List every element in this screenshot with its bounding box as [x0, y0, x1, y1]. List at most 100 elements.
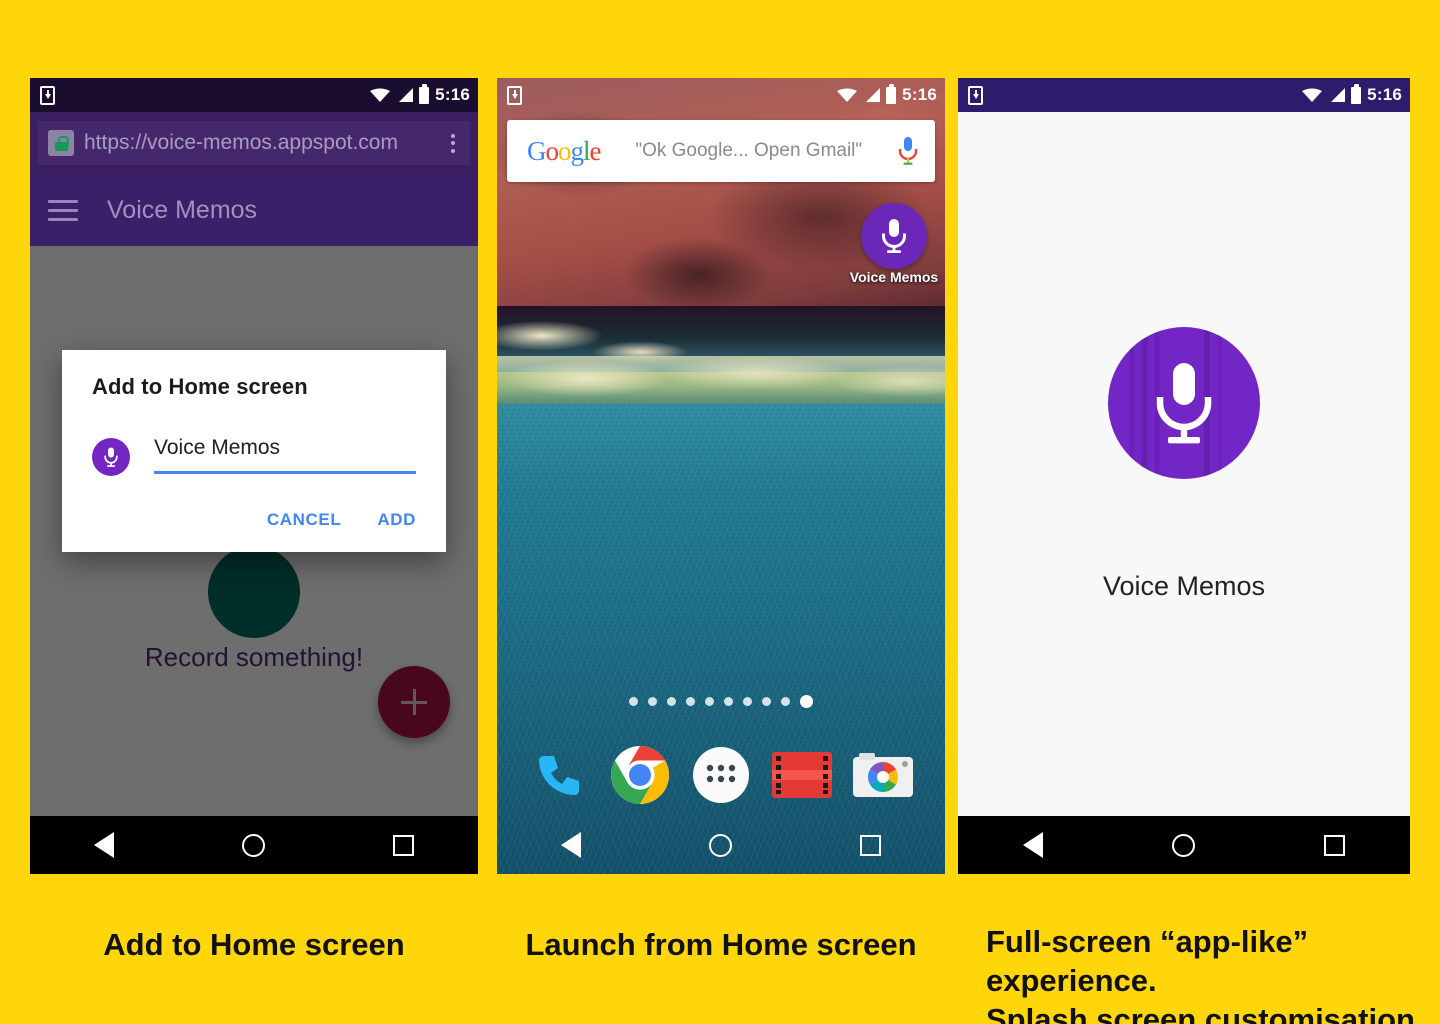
- back-triangle-icon[interactable]: [1022, 832, 1043, 858]
- google-search-widget[interactable]: Google "Ok Google... Open Gmail": [507, 120, 935, 182]
- logo-letter: e: [589, 135, 602, 166]
- page-indicator: [497, 695, 945, 708]
- app-drawer-glyph: [692, 747, 749, 803]
- voice-memos-home-shortcut[interactable]: Voice Memos: [845, 203, 943, 287]
- microphone-icon: [861, 203, 927, 269]
- search-hint-text: "Ok Google... Open Gmail": [635, 140, 863, 161]
- cell-signal-icon: [866, 88, 881, 102]
- page-dot[interactable]: [705, 697, 714, 706]
- status-right-group: 5:16: [837, 83, 937, 105]
- phone3-screen: 5:16 Voice Memos: [958, 78, 1410, 874]
- cell-signal-icon: [1331, 88, 1346, 102]
- page-dot[interactable]: [667, 697, 676, 706]
- cancel-button[interactable]: CANCEL: [267, 510, 341, 530]
- slide-canvas: 5:16 https://voice-memos.appspot.com Voi…: [0, 0, 1440, 1024]
- url-text: https://voice-memos.appspot.com: [84, 131, 398, 154]
- phone2-status-bar: 5:16: [497, 78, 945, 112]
- phone-app-icon[interactable]: [526, 742, 592, 808]
- phone1-screen: 5:16 https://voice-memos.appspot.com Voi…: [30, 78, 478, 874]
- app-bar-title: Voice Memos: [107, 195, 258, 224]
- microphone-icon: [1108, 326, 1260, 479]
- secure-lock-icon: [48, 130, 74, 156]
- phone-handset-glyph: [539, 756, 580, 795]
- cell-signal-icon: [399, 88, 414, 102]
- logo-letter: o: [545, 135, 559, 166]
- phone2-nav-bar: [497, 816, 945, 874]
- caption-add-to-home-screen: Add to Home screen: [103, 927, 405, 962]
- chrome-glyph: [611, 746, 670, 804]
- browser-toolbar: https://voice-memos.appspot.com: [30, 112, 478, 174]
- microphone-glyph: [104, 447, 118, 467]
- all-apps-icon[interactable]: [688, 742, 754, 808]
- wifi-icon: [1302, 88, 1323, 102]
- shortcut-name-value: Voice Memos: [154, 436, 281, 459]
- field-underline: [154, 471, 416, 474]
- phone1-nav-bar: [30, 816, 478, 874]
- play-movies-app-icon[interactable]: [769, 742, 835, 808]
- google-mic-icon[interactable]: [897, 136, 919, 166]
- phone1-status-bar: 5:16: [30, 78, 478, 112]
- status-right-group: 5:16: [370, 83, 470, 105]
- page-dot[interactable]: [686, 697, 695, 706]
- microphone-glyph: [1156, 362, 1212, 443]
- camera-app-icon[interactable]: [850, 742, 916, 808]
- phone-screenshot-add-to-home: 5:16 https://voice-memos.appspot.com Voi…: [30, 78, 478, 874]
- home-screen-dock: [497, 736, 945, 814]
- microphone-glyph: [882, 219, 906, 253]
- status-clock: 5:16: [902, 85, 937, 104]
- home-circle-icon[interactable]: [242, 833, 265, 857]
- back-triangle-icon[interactable]: [561, 832, 581, 858]
- page-dot[interactable]: [629, 697, 638, 706]
- phone-screenshot-home-screen: 5:16 Google "Ok Google... Open Gmail" Vo…: [497, 78, 945, 874]
- status-left-group: [507, 85, 522, 105]
- overflow-menu-icon[interactable]: [442, 133, 464, 153]
- dialog-actions: CANCEL ADD: [92, 510, 416, 536]
- caption-full-screen-experience: Full-screen “app-like” experience. Splas…: [986, 924, 1415, 1024]
- splash-screen: Voice Memos: [958, 112, 1410, 816]
- splash-app-name: Voice Memos: [1102, 570, 1266, 601]
- logo-letter: g: [570, 135, 584, 166]
- page-dot[interactable]: [724, 697, 733, 706]
- page-dot[interactable]: [781, 697, 790, 706]
- add-button[interactable]: ADD: [377, 510, 416, 530]
- wifi-icon: [837, 88, 858, 102]
- logo-letter: G: [527, 135, 546, 166]
- home-circle-icon[interactable]: [709, 833, 732, 857]
- address-bar[interactable]: https://voice-memos.appspot.com: [38, 121, 470, 165]
- camera-glyph: [852, 753, 913, 797]
- status-left-group: [968, 85, 983, 105]
- recents-square-icon[interactable]: [860, 834, 881, 856]
- phone3-nav-bar: [958, 816, 1410, 874]
- recents-square-icon[interactable]: [1324, 834, 1346, 856]
- dialog-title: Add to Home screen: [92, 374, 308, 399]
- app-bar: Voice Memos: [30, 174, 478, 246]
- page-dot[interactable]: [743, 697, 752, 706]
- battery-icon: [886, 83, 897, 104]
- battery-icon: [1351, 83, 1362, 104]
- dialog-body: Voice Memos: [92, 436, 416, 476]
- add-to-home-screen-dialog: Add to Home screen Voice Memos CANCEL AD…: [62, 350, 446, 552]
- recents-square-icon[interactable]: [393, 834, 414, 856]
- hamburger-menu-icon[interactable]: [48, 199, 78, 221]
- download-icon: [40, 85, 55, 105]
- logo-letter: o: [558, 135, 571, 166]
- shortcut-name-field[interactable]: Voice Memos: [154, 436, 416, 474]
- microphone-icon: [92, 438, 130, 476]
- status-clock: 5:16: [1367, 85, 1402, 104]
- battery-icon: [419, 83, 430, 104]
- phone2-screen: 5:16 Google "Ok Google... Open Gmail" Vo…: [497, 78, 945, 874]
- page-dot-active[interactable]: [800, 695, 813, 708]
- phone3-status-bar: 5:16: [958, 78, 1410, 112]
- film-strip-glyph: [771, 752, 832, 798]
- status-left-group: [40, 85, 55, 105]
- download-icon: [507, 85, 522, 105]
- phone-screenshot-splash-screen: 5:16 Voice Memos: [958, 78, 1410, 874]
- chrome-app-icon[interactable]: [607, 742, 673, 808]
- page-dot[interactable]: [648, 697, 657, 706]
- caption-launch-from-home-screen: Launch from Home screen: [525, 927, 917, 962]
- shortcut-label: Voice Memos: [849, 269, 939, 285]
- back-triangle-icon[interactable]: [94, 832, 114, 858]
- page-dot[interactable]: [762, 697, 771, 706]
- home-circle-icon[interactable]: [1171, 833, 1195, 857]
- status-clock: 5:16: [435, 85, 470, 104]
